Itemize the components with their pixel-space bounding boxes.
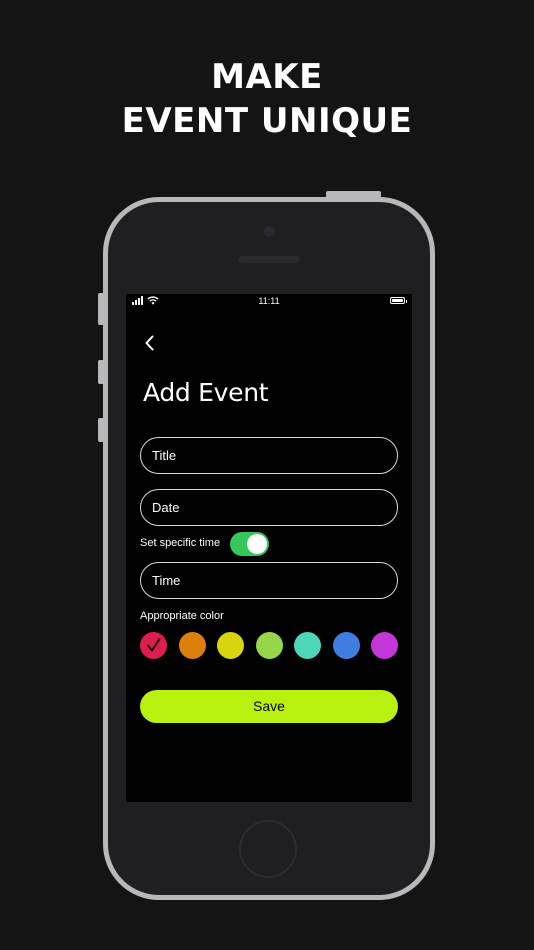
page-title: Add Event	[143, 378, 269, 407]
status-bar: 11:11	[126, 294, 412, 310]
color-picker-label: Appropriate color	[140, 610, 224, 622]
headline-line-2: EVENT UNIQUE	[121, 101, 413, 141]
color-swatch[interactable]	[255, 632, 283, 659]
color-swatch[interactable]	[178, 632, 206, 659]
toggle-knob	[247, 534, 267, 554]
color-swatch[interactable]	[371, 632, 398, 659]
status-time: 11:11	[258, 296, 280, 306]
date-input[interactable]: Date	[140, 489, 398, 526]
color-swatch[interactable]	[332, 632, 360, 659]
color-swatch[interactable]	[217, 632, 244, 659]
color-swatch[interactable]	[294, 632, 321, 659]
headline: MAKE EVENT UNIQUE	[0, 55, 534, 143]
phone-home-button	[239, 820, 297, 878]
specific-time-toggle[interactable]	[230, 532, 269, 556]
specific-time-label: Set specific time	[140, 537, 221, 549]
battery-icon	[390, 297, 407, 304]
checkmark-icon	[147, 638, 161, 652]
save-button[interactable]: Save	[140, 690, 398, 723]
title-input[interactable]: Title	[140, 437, 398, 474]
phone-camera	[264, 226, 275, 237]
phone-speaker	[238, 256, 300, 263]
chevron-left-icon[interactable]	[140, 333, 160, 353]
phone-screen: 11:11 Add Event Title Date Set specific …	[126, 294, 412, 802]
headline-line-1: MAKE	[211, 57, 323, 97]
time-input[interactable]: Time	[140, 562, 398, 599]
color-swatch[interactable]	[140, 632, 167, 659]
